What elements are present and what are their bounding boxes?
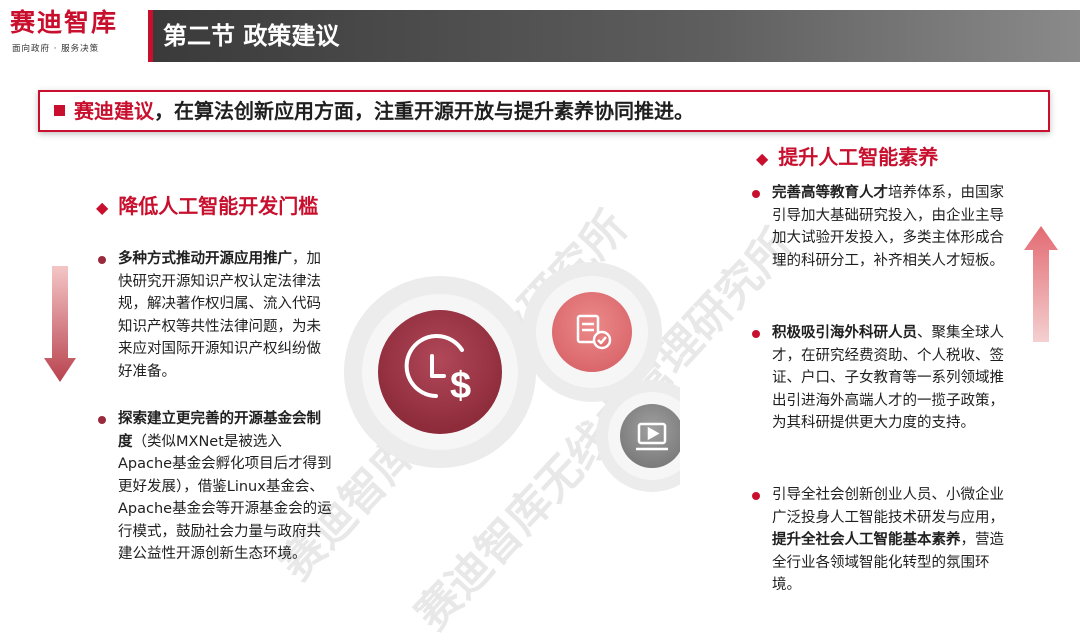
logo: 赛迪智库 面向政府 · 服务决策 — [0, 0, 148, 62]
item-bold: 积极吸引海外科研人员 — [772, 325, 917, 341]
item-bold: 提升全社会人工智能基本素养 — [772, 532, 961, 548]
item-text: 引导全社会创新创业人员、小微企业广泛投身人工智能技术研发与应用， — [772, 487, 1004, 526]
page-title: 第二节 政策建议 — [163, 22, 340, 50]
right-section-heading: ◆ 提升人工智能素养 — [756, 143, 938, 173]
right-heading-text: 提升人工智能素养 — [778, 145, 939, 169]
bullet-dot-icon — [752, 190, 760, 198]
bullet-dot-icon — [98, 256, 106, 264]
item-text: （类似MXNet是被选入Apache基金会孵化项目后才得到更好发展），借鉴Lin… — [118, 433, 332, 563]
logo-tagline: 面向政府 · 服务决策 — [12, 44, 100, 54]
item-text: ，加快研究开源知识产权认定法律法规，解决著作权归属、流入代码知识产权等共性法律问… — [118, 251, 321, 380]
item-bold: 完善高等教育人才 — [772, 185, 888, 201]
list-item: 积极吸引海外科研人员、聚集全球人才，在研究经费资助、个人税收、签证、户口、子女教… — [752, 322, 1004, 435]
list-item: 引导全社会创新创业人员、小微企业广泛投身人工智能技术研发与应用， 提升全社会人工智… — [752, 484, 1004, 597]
list-item: 完善高等教育人才培养体系，由国家引导加大基础研究投入，由企业主导加大试验开发投入… — [752, 182, 1004, 272]
bullet-dot-icon — [98, 416, 106, 424]
header-accent — [148, 10, 153, 62]
banner-highlight: 赛迪建议 — [74, 99, 154, 123]
diamond-bullet-icon: ◆ — [756, 149, 769, 168]
diamond-bullet-icon: ◆ — [96, 198, 109, 217]
square-bullet-icon — [54, 105, 65, 116]
list-item: 探索建立更完善的开源基金会制度（类似MXNet是被选入Apache基金会孵化项目… — [98, 408, 334, 566]
gear-large — [344, 276, 536, 468]
banner-text: 赛迪建议，在算法创新应用方面，注重开源开放与提升素养协同推进。 — [74, 96, 694, 126]
bullet-dot-icon — [752, 492, 760, 500]
bullet-dot-icon — [752, 330, 760, 338]
summary-banner: 赛迪建议，在算法创新应用方面，注重开源开放与提升素养协同推进。 — [38, 90, 1050, 132]
down-arrow-icon — [44, 266, 76, 382]
gears-illustration: $ — [344, 262, 680, 492]
left-section-heading: ◆ 降低人工智能开发门槛 — [96, 192, 318, 222]
svg-text:$: $ — [450, 365, 471, 407]
list-item: 多种方式推动开源应用推广，加快研究开源知识产权认定法律法规，解决著作权归属、流入… — [98, 248, 334, 383]
up-arrow-icon — [1024, 226, 1058, 342]
item-bold: 多种方式推动开源应用推广 — [118, 251, 292, 267]
banner-rest: ，在算法创新应用方面，注重开源开放与提升素养协同推进。 — [154, 99, 694, 123]
logo-name: 赛迪智库 — [10, 8, 119, 37]
gear-medium — [522, 262, 662, 402]
left-heading-text: 降低人工智能开发门槛 — [118, 194, 319, 218]
